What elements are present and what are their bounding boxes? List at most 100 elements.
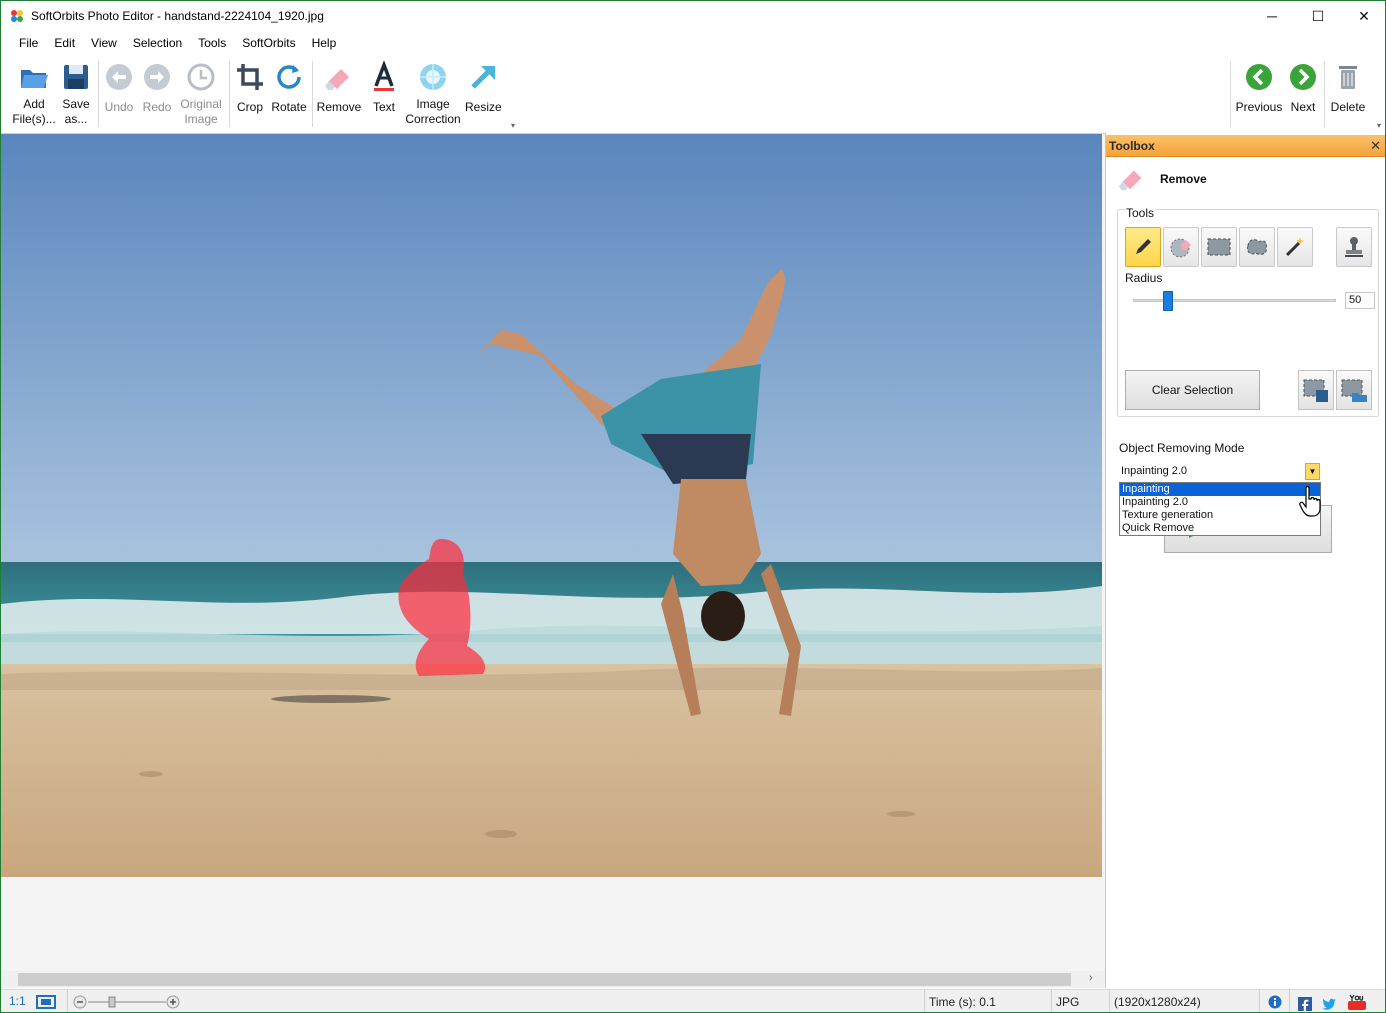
- window-title: SoftOrbits Photo Editor - handstand-2224…: [31, 9, 324, 23]
- menu-tools[interactable]: Tools: [190, 33, 234, 55]
- toolbar-separator: [229, 61, 230, 127]
- undo-button[interactable]: Undo: [101, 61, 137, 115]
- scrollbar-thumb[interactable]: [18, 973, 1071, 986]
- resize-label: Resize: [465, 100, 502, 114]
- crop-icon: [237, 64, 263, 90]
- mode-option-texture-generation[interactable]: Texture generation: [1120, 509, 1320, 522]
- text-a-icon: [374, 61, 394, 91]
- next-arrow-icon: [1290, 64, 1316, 90]
- mode-option-quick-remove[interactable]: Quick Remove: [1120, 522, 1320, 535]
- redo-button[interactable]: Redo: [139, 61, 175, 115]
- radius-value-field[interactable]: 50: [1345, 292, 1375, 309]
- zoom-1to1-button[interactable]: 1:1: [9, 994, 26, 1008]
- original-image-button[interactable]: Original Image: [177, 61, 225, 127]
- toolbar: Add File(s)... Save as... Undo Redo Orig…: [1, 57, 1385, 131]
- mode-selected-value: Inpainting 2.0: [1121, 465, 1188, 477]
- facebook-icon[interactable]: [1298, 997, 1312, 1011]
- toolbox-panel: Toolbox ✕ Remove Tools Radius 50 Clear S…: [1105, 133, 1385, 988]
- remove-button[interactable]: Remove: [315, 61, 363, 115]
- mode-dropdown-list: Inpainting Inpainting 2.0 Texture genera…: [1119, 482, 1321, 536]
- crop-button[interactable]: Crop: [232, 61, 268, 115]
- image-dimensions: (1920x1280x24): [1109, 990, 1259, 1012]
- beach-handstand-photo[interactable]: [1, 134, 1102, 877]
- menu-softorbits[interactable]: SoftOrbits: [234, 33, 303, 55]
- menu-help[interactable]: Help: [304, 33, 345, 55]
- toolbox-title: Toolbox: [1109, 139, 1155, 153]
- maximize-button[interactable]: ☐: [1295, 1, 1341, 31]
- image-correction-label-2: Correction: [405, 112, 461, 126]
- app-logo-icon: [11, 10, 23, 22]
- previous-button[interactable]: Previous: [1234, 61, 1284, 115]
- clock-history-icon: [187, 63, 215, 91]
- menu-edit[interactable]: Edit: [46, 33, 83, 55]
- text-button[interactable]: Text: [367, 61, 401, 115]
- rotate-label: Rotate: [271, 100, 307, 114]
- fit-to-window-icon[interactable]: [35, 994, 57, 1010]
- mode-option-inpainting[interactable]: Inpainting: [1120, 483, 1320, 496]
- resize-button[interactable]: Resize: [465, 61, 502, 115]
- toolbar-separator: [312, 61, 313, 127]
- undo-arrow-icon: [106, 64, 132, 90]
- object-removing-mode-label: Object Removing Mode: [1119, 441, 1245, 455]
- eraser-brush-icon: [1170, 238, 1191, 258]
- lasso-select-icon: [1247, 239, 1267, 255]
- menu-selection[interactable]: Selection: [125, 33, 190, 55]
- processing-time: Time (s): 0.1: [924, 990, 1051, 1012]
- stamp-icon: [1345, 237, 1363, 257]
- close-button[interactable]: ✕: [1341, 1, 1385, 31]
- save-as-label-1: Save: [62, 97, 90, 111]
- horizontal-scrollbar[interactable]: ›: [1, 971, 1105, 988]
- save-selection-button[interactable]: [1298, 370, 1334, 410]
- save-as-button[interactable]: Save as...: [57, 61, 95, 127]
- toolbox-close-icon[interactable]: ✕: [1370, 138, 1381, 154]
- rectangle-select-button[interactable]: [1201, 227, 1237, 267]
- resize-arrow-icon: [471, 66, 495, 89]
- next-label: Next: [1290, 100, 1316, 114]
- delete-label: Delete: [1330, 100, 1366, 114]
- trash-can-icon: [1339, 66, 1357, 89]
- title-bar: SoftOrbits Photo Editor - handstand-2224…: [1, 1, 1385, 32]
- scroll-right-icon[interactable]: ›: [1089, 972, 1093, 984]
- twitter-icon[interactable]: [1321, 997, 1337, 1011]
- menu-file[interactable]: File: [11, 33, 46, 55]
- magic-wand-icon: [1285, 237, 1304, 257]
- image-correction-button[interactable]: Image Correction: [403, 61, 463, 127]
- youtube-icon[interactable]: [1347, 993, 1367, 1011]
- remove-label: Remove: [316, 100, 362, 114]
- radius-slider-thumb[interactable]: [1163, 291, 1173, 311]
- eraser-tool-button[interactable]: [1163, 227, 1199, 267]
- toolbox-header: Toolbox ✕: [1106, 135, 1385, 157]
- delete-button[interactable]: Delete: [1327, 61, 1369, 115]
- magic-wand-button[interactable]: [1277, 227, 1313, 267]
- eraser-icon: [325, 69, 349, 90]
- status-bar: 1:1 Time (s): 0.1 JPG (1920x1280x24): [1, 989, 1385, 1012]
- lasso-select-button[interactable]: [1239, 227, 1275, 267]
- minimize-button[interactable]: ─: [1249, 1, 1295, 31]
- pencil-tool-button[interactable]: [1125, 227, 1161, 267]
- image-canvas[interactable]: [1, 133, 1105, 971]
- toolbar-overflow-icon[interactable]: ▾: [511, 121, 515, 130]
- menu-view[interactable]: View: [83, 33, 125, 55]
- original-image-label-1: Original: [180, 97, 222, 111]
- eraser-icon: [1118, 170, 1142, 191]
- object-removing-mode-select[interactable]: Inpainting 2.0 ▼: [1119, 463, 1320, 481]
- info-icon[interactable]: [1268, 995, 1282, 1009]
- clear-selection-button[interactable]: Clear Selection: [1125, 370, 1260, 410]
- chevron-down-icon[interactable]: ▼: [1305, 463, 1320, 480]
- undo-label: Undo: [104, 100, 134, 114]
- tools-group: Tools Radius 50 Clear Selection: [1117, 206, 1379, 417]
- image-format: JPG: [1051, 990, 1109, 1012]
- next-button[interactable]: Next: [1286, 61, 1320, 115]
- redo-label: Redo: [142, 100, 172, 114]
- stamp-tool-button[interactable]: [1336, 227, 1372, 267]
- tools-label: Tools: [1125, 206, 1156, 220]
- crop-label: Crop: [236, 100, 263, 114]
- remove-section-title: Remove: [1160, 172, 1207, 186]
- mode-option-inpainting-2[interactable]: Inpainting 2.0: [1120, 496, 1320, 509]
- info-cell: [1259, 990, 1289, 1012]
- add-files-button[interactable]: Add File(s)...: [11, 61, 57, 127]
- toolbar-overflow-icon[interactable]: ▾: [1377, 121, 1381, 130]
- rotate-button[interactable]: Rotate: [269, 61, 309, 115]
- zoom-slider[interactable]: [73, 995, 181, 1009]
- load-selection-button[interactable]: [1336, 370, 1372, 410]
